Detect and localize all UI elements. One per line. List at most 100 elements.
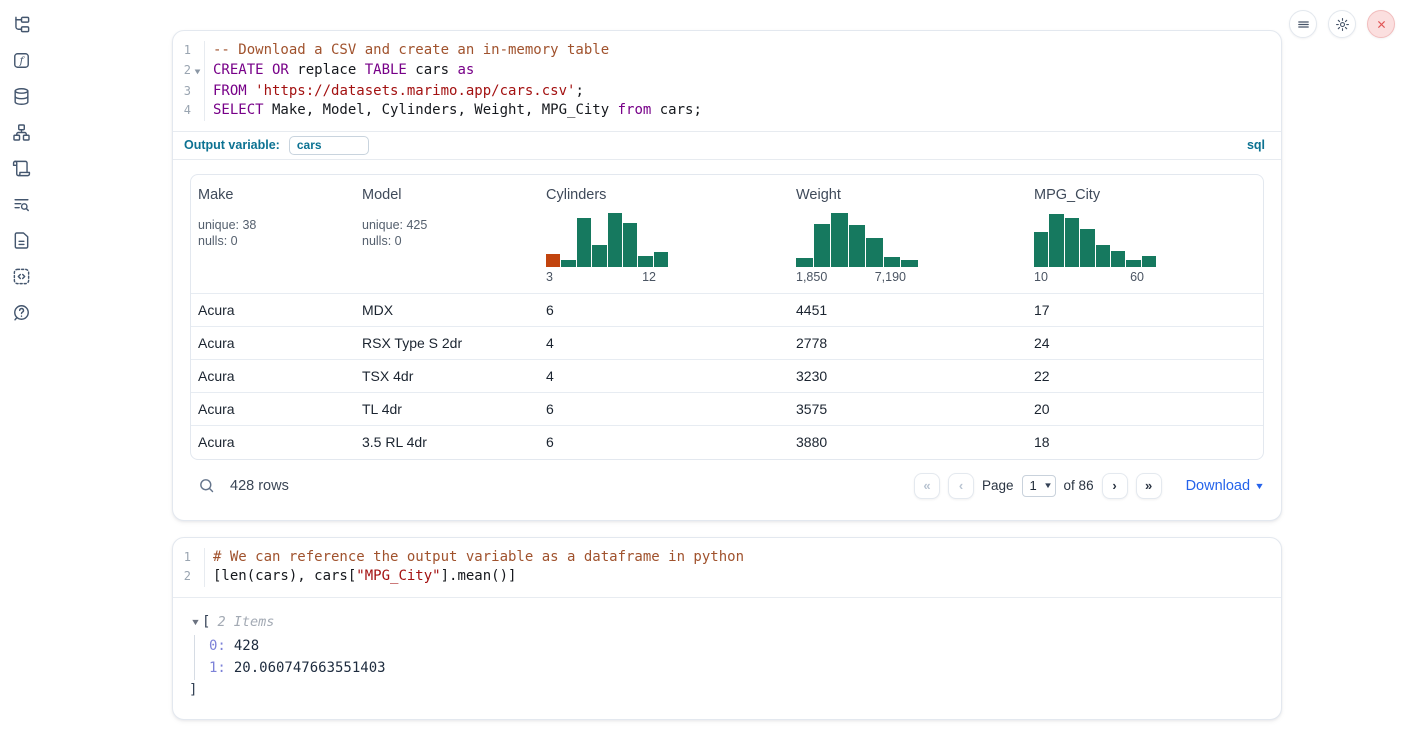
fold-spacer xyxy=(190,101,206,121)
histogram-bar xyxy=(866,238,883,267)
histogram-bar xyxy=(623,223,637,267)
table-cell: TSX 4dr xyxy=(362,368,546,384)
histogram-bar xyxy=(577,218,591,266)
histogram-bar xyxy=(1049,214,1063,266)
menu-button[interactable] xyxy=(1289,10,1317,38)
sql-code-editor[interactable]: 1-- Download a CSV and create an in-memo… xyxy=(173,31,1281,131)
table-row[interactable]: AcuraRSX Type S 2dr4277824 xyxy=(191,327,1263,360)
table-cell: 4 xyxy=(546,368,796,384)
help-icon[interactable] xyxy=(11,302,31,322)
histogram-bar xyxy=(654,252,668,266)
search-icon xyxy=(198,477,215,494)
hist-min-label: 1,850 xyxy=(796,270,827,284)
table-row[interactable]: AcuraTL 4dr6357520 xyxy=(191,393,1263,426)
dependency-graph-icon[interactable] xyxy=(11,122,31,142)
next-page-button[interactable]: › xyxy=(1102,473,1128,499)
tree-item-value: 428 xyxy=(234,638,259,654)
notebook-actions xyxy=(1289,10,1395,38)
column-stat: nulls: 0 xyxy=(198,233,362,250)
column-header-cylinders[interactable]: Cylinders 3 12 xyxy=(546,187,796,284)
column-header-model[interactable]: Model unique: 425 nulls: 0 xyxy=(362,187,546,284)
hist-max-label: 7,190 xyxy=(875,270,906,284)
table-cell: Acura xyxy=(198,335,362,351)
code-line: 1# We can reference the output variable … xyxy=(173,548,1267,568)
code-line: 2[len(cars), cars["MPG_City"].mean()] xyxy=(173,567,1267,587)
helper-panel-sidebar: f xyxy=(0,0,44,322)
first-page-button[interactable]: « xyxy=(914,473,940,499)
table-cell: 22 xyxy=(1034,368,1263,384)
table-cell: 6 xyxy=(546,401,796,417)
logs-search-icon[interactable] xyxy=(11,194,31,214)
notebook-area: 1-- Download a CSV and create an in-memo… xyxy=(172,30,1282,720)
pagination: « ‹ Page 1 ▼ of 86 › » Download ▼ xyxy=(914,473,1264,499)
tree-item-key: 1: xyxy=(209,660,226,676)
download-button[interactable]: Download ▼ xyxy=(1186,478,1264,494)
snippets-icon[interactable] xyxy=(11,266,31,286)
code-line: 4SELECT Make, Model, Cylinders, Weight, … xyxy=(173,101,1267,121)
tree-item: 0: 428 xyxy=(209,635,1261,658)
weight-histogram xyxy=(796,212,918,267)
histogram-bar xyxy=(814,224,831,267)
mpg-city-histogram xyxy=(1034,212,1156,267)
table-cell: 6 xyxy=(546,434,796,450)
collapse-chevron-icon[interactable]: ▼ xyxy=(188,617,204,627)
shutdown-button[interactable] xyxy=(1367,10,1395,38)
hist-max-label: 60 xyxy=(1130,270,1144,284)
scratchpad-scroll-icon[interactable] xyxy=(11,158,31,178)
column-header-make[interactable]: Make unique: 38 nulls: 0 xyxy=(198,187,362,284)
tree-items: 0: 428 1: 20.060747663551403 xyxy=(194,635,1261,680)
sql-cell-output: Make unique: 38 nulls: 0 Model unique: 4… xyxy=(173,160,1281,520)
table-cell: 3230 xyxy=(796,368,1034,384)
output-variable-label: Output variable: xyxy=(184,138,280,152)
histogram-bar xyxy=(1065,218,1079,266)
table-cell: 24 xyxy=(1034,335,1263,351)
file-tree-icon[interactable] xyxy=(11,14,31,34)
table-cell: Acura xyxy=(198,368,362,384)
items-count-label: 2 Items xyxy=(217,612,274,633)
documentation-icon[interactable] xyxy=(11,230,31,250)
table-cell: 4451 xyxy=(796,302,1034,318)
histogram-bar xyxy=(561,260,575,266)
last-page-button[interactable]: » xyxy=(1136,473,1162,499)
hist-min-label: 10 xyxy=(1034,270,1048,284)
search-button[interactable] xyxy=(198,477,215,494)
column-stat: unique: 38 xyxy=(198,217,362,234)
svg-text:f: f xyxy=(18,55,25,67)
output-variable-input[interactable] xyxy=(289,136,369,155)
table-row[interactable]: AcuraMDX6445117 xyxy=(191,294,1263,327)
python-code-editor[interactable]: 1# We can reference the output variable … xyxy=(173,538,1281,597)
code-line: 1-- Download a CSV and create an in-memo… xyxy=(173,41,1267,61)
histogram-bar xyxy=(1142,256,1156,267)
histogram-bar xyxy=(1111,251,1125,266)
settings-button[interactable] xyxy=(1328,10,1356,38)
fold-spacer xyxy=(190,41,206,61)
histogram-bar xyxy=(796,258,813,266)
histogram-bar xyxy=(849,225,866,267)
data-table: Make unique: 38 nulls: 0 Model unique: 4… xyxy=(190,174,1264,460)
histogram-bar xyxy=(608,213,622,266)
histogram-bar xyxy=(884,257,901,266)
sql-cell: 1-- Download a CSV and create an in-memo… xyxy=(172,30,1282,521)
output-variable-bar: Output variable: sql xyxy=(173,131,1281,160)
table-footer: 428 rows « ‹ Page 1 ▼ of 86 › » Do xyxy=(190,469,1264,503)
tree-item-value: 20.060747663551403 xyxy=(234,660,386,676)
functions-icon[interactable]: f xyxy=(11,50,31,70)
page-select[interactable]: 1 xyxy=(1022,475,1056,497)
database-icon[interactable] xyxy=(11,86,31,106)
tree-item-key: 0: xyxy=(209,638,226,654)
language-badge: sql xyxy=(1247,138,1265,152)
table-cell: 4 xyxy=(546,335,796,351)
python-cell-output: ▼ [ 2 Items 0:4281:20.060747663551403 ] xyxy=(173,598,1281,719)
prev-page-button[interactable]: ‹ xyxy=(948,473,974,499)
fold-spacer xyxy=(190,567,206,587)
table-row[interactable]: AcuraTSX 4dr4323022 xyxy=(191,360,1263,393)
close-bracket: ] xyxy=(189,680,1261,701)
table-cell: 3575 xyxy=(796,401,1034,417)
code-line: 3FROM 'https://datasets.marimo.app/cars.… xyxy=(173,82,1267,102)
column-header-mpg-city[interactable]: MPG_City 10 60 xyxy=(1034,187,1263,284)
histogram-bar xyxy=(1080,229,1094,266)
table-row[interactable]: Acura3.5 RL 4dr6388018 xyxy=(191,426,1263,459)
fold-chevron-icon[interactable]: ▼ xyxy=(190,61,206,82)
column-header-weight[interactable]: Weight 1,850 7,190 xyxy=(796,187,1034,284)
menu-icon xyxy=(1296,17,1311,32)
